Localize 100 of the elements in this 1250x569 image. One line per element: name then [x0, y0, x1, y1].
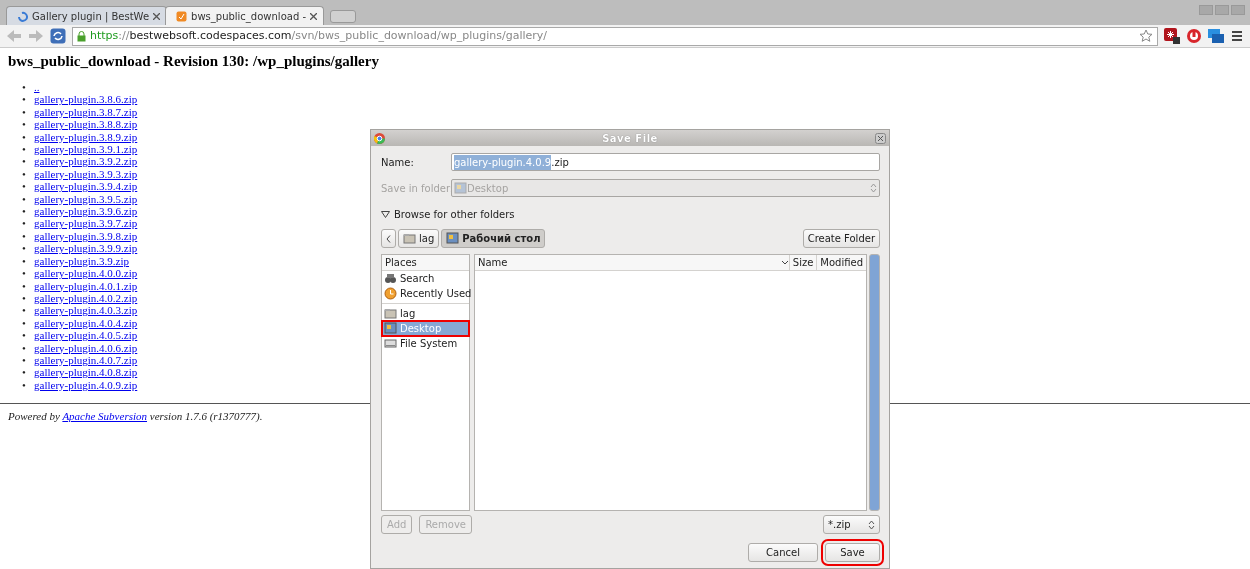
file-link[interactable]: gallery-plugin.3.9.7.zip [34, 217, 138, 230]
column-header[interactable]: Name [475, 255, 781, 270]
address-bar[interactable]: https://bestwebsoft.codespaces.com/svn/bws_public_download/wp_plugins/gallery/ [72, 26, 1158, 46]
bullet: • [22, 242, 27, 255]
browser-tab[interactable]: bws_public_download - [165, 6, 324, 25]
file-link[interactable]: gallery-plugin.3.9.8.zip [34, 229, 138, 242]
file-link[interactable]: gallery-plugin.4.0.3.zip [34, 304, 138, 317]
bullet: • [22, 155, 27, 168]
footer-text: Powered by Apache Subversion version 1.7.6 (r1370777). [8, 409, 264, 425]
file-link[interactable]: gallery-plugin.3.8.6.zip [34, 93, 138, 106]
page-heading: bws_public_download - Revision 130: /wp_plugins/gallery [8, 52, 380, 70]
file-link[interactable]: gallery-plugin.4.0.5.zip [34, 329, 138, 342]
screens-icon[interactable] [1208, 28, 1224, 44]
forward-icon[interactable] [28, 29, 44, 43]
bullet: • [22, 143, 27, 156]
back-icon[interactable] [6, 29, 22, 43]
name-field[interactable]: gallery-plugin.4.0.9.zip [451, 153, 880, 171]
file-link[interactable]: gallery-plugin.3.9.3.zip [34, 167, 138, 180]
star-icon[interactable] [1139, 29, 1153, 43]
bullet: • [22, 316, 27, 330]
file-link[interactable]: gallery-plugin.4.0.2.zip [34, 291, 138, 304]
sort-caret-icon [780, 259, 789, 266]
bullet: • [22, 267, 27, 280]
spinner-arrows-icon [868, 519, 875, 530]
file-link[interactable]: gallery-plugin.4.0.0.zip [34, 267, 138, 280]
bullet: • [22, 105, 27, 119]
file-link[interactable]: gallery-plugin.4.0.6.zip [34, 341, 138, 354]
create-folder-button[interactable]: Create Folder [802, 229, 880, 248]
desktop-icon [446, 232, 460, 245]
file-link[interactable]: gallery-plugin.3.9.1.zip [34, 143, 138, 156]
column-header[interactable]: Size [788, 255, 817, 270]
file-link[interactable]: gallery-plugin.3.9.2.zip [34, 155, 138, 168]
file-link[interactable]: gallery-plugin.4.0.1.zip [34, 279, 138, 292]
back-button[interactable] [381, 229, 396, 248]
path-button[interactable]: lag [398, 229, 440, 248]
place-item[interactable]: Search [382, 271, 469, 286]
file-link[interactable]: gallery-plugin.4.0.9.zip [34, 378, 138, 391]
reload-icon[interactable] [50, 28, 66, 44]
bullet: • [22, 205, 27, 218]
menu-icon[interactable] [1230, 29, 1244, 43]
bullet: • [22, 229, 27, 243]
file-link[interactable]: gallery-plugin.3.9.5.zip [34, 192, 138, 205]
field-label: Save in folder: [381, 181, 451, 196]
new-tab-button[interactable] [330, 10, 356, 23]
chevron-left-icon [386, 234, 391, 243]
file-link[interactable]: gallery-plugin.4.0.4.zip [34, 316, 138, 329]
bullet: • [22, 118, 27, 131]
app-icon [374, 132, 385, 144]
clock-icon [384, 287, 397, 300]
bullet: • [22, 353, 27, 367]
bullet: • [22, 217, 27, 230]
place-item[interactable]: File System [382, 336, 469, 351]
bullet: • [22, 254, 27, 268]
bullet: • [22, 180, 27, 193]
lock-icon [77, 30, 86, 42]
file-link[interactable]: gallery-plugin.3.8.9.zip [34, 130, 138, 143]
bullet: • [22, 192, 27, 206]
extension-icon[interactable] [1164, 28, 1180, 44]
desktop-icon [454, 181, 467, 195]
spinner-arrows-icon [870, 183, 877, 193]
file-link[interactable]: gallery-plugin.3.9.zip [34, 254, 129, 267]
path-button[interactable]: Рабочий стол [441, 229, 546, 248]
close-icon[interactable] [310, 12, 317, 20]
place-item[interactable]: lag [382, 306, 469, 321]
file-link[interactable]: gallery-plugin.4.0.8.zip [34, 366, 138, 379]
bullet: • [22, 366, 27, 379]
stop-sign-icon[interactable] [1186, 28, 1202, 44]
cancel-button[interactable]: Cancel [748, 543, 818, 562]
bullet: • [22, 81, 27, 94]
footer-link[interactable]: Apache Subversion [62, 410, 147, 423]
desktop-icon [384, 322, 397, 335]
dialog-title: Save File [601, 131, 659, 146]
column-header[interactable]: Modified [816, 255, 866, 270]
place-item[interactable]: Recently Used [382, 286, 469, 301]
browse-toggle[interactable]: Browse for other folders [381, 207, 880, 222]
close-icon[interactable] [153, 12, 161, 20]
bullet: • [22, 279, 27, 292]
file-link[interactable]: gallery-plugin.3.8.8.zip [34, 118, 138, 131]
scrollbar[interactable] [869, 254, 880, 511]
file-link[interactable]: gallery-plugin.3.9.6.zip [34, 205, 138, 218]
bullet: • [22, 93, 27, 106]
folder-icon [403, 232, 416, 245]
bullet: • [22, 167, 27, 181]
binoculars-icon [384, 272, 397, 285]
drive-icon [384, 337, 397, 350]
bullet: • [22, 130, 27, 144]
file-link[interactable]: gallery-plugin.3.9.9.zip [34, 242, 138, 255]
places-header[interactable]: Places [382, 255, 469, 271]
file-link[interactable]: gallery-plugin.3.9.4.zip [34, 180, 138, 193]
bullet: • [22, 329, 27, 342]
bullet: • [22, 341, 27, 354]
url-text: https://bestwebsoft.codespaces.com/svn/bws_public_download/wp_plugins/gallery/ [90, 27, 548, 44]
file-link[interactable]: gallery-plugin.3.8.7.zip [34, 105, 138, 118]
file-link[interactable]: .. [34, 81, 40, 93]
folder-icon [384, 307, 397, 320]
file-link[interactable]: gallery-plugin.4.0.7.zip [34, 353, 138, 366]
browser-tab[interactable]: Gallery plugin | BestWe [6, 6, 168, 25]
close-icon[interactable] [875, 132, 886, 144]
bullet: • [22, 291, 27, 305]
filter-combo[interactable]: *.zip [823, 515, 880, 534]
